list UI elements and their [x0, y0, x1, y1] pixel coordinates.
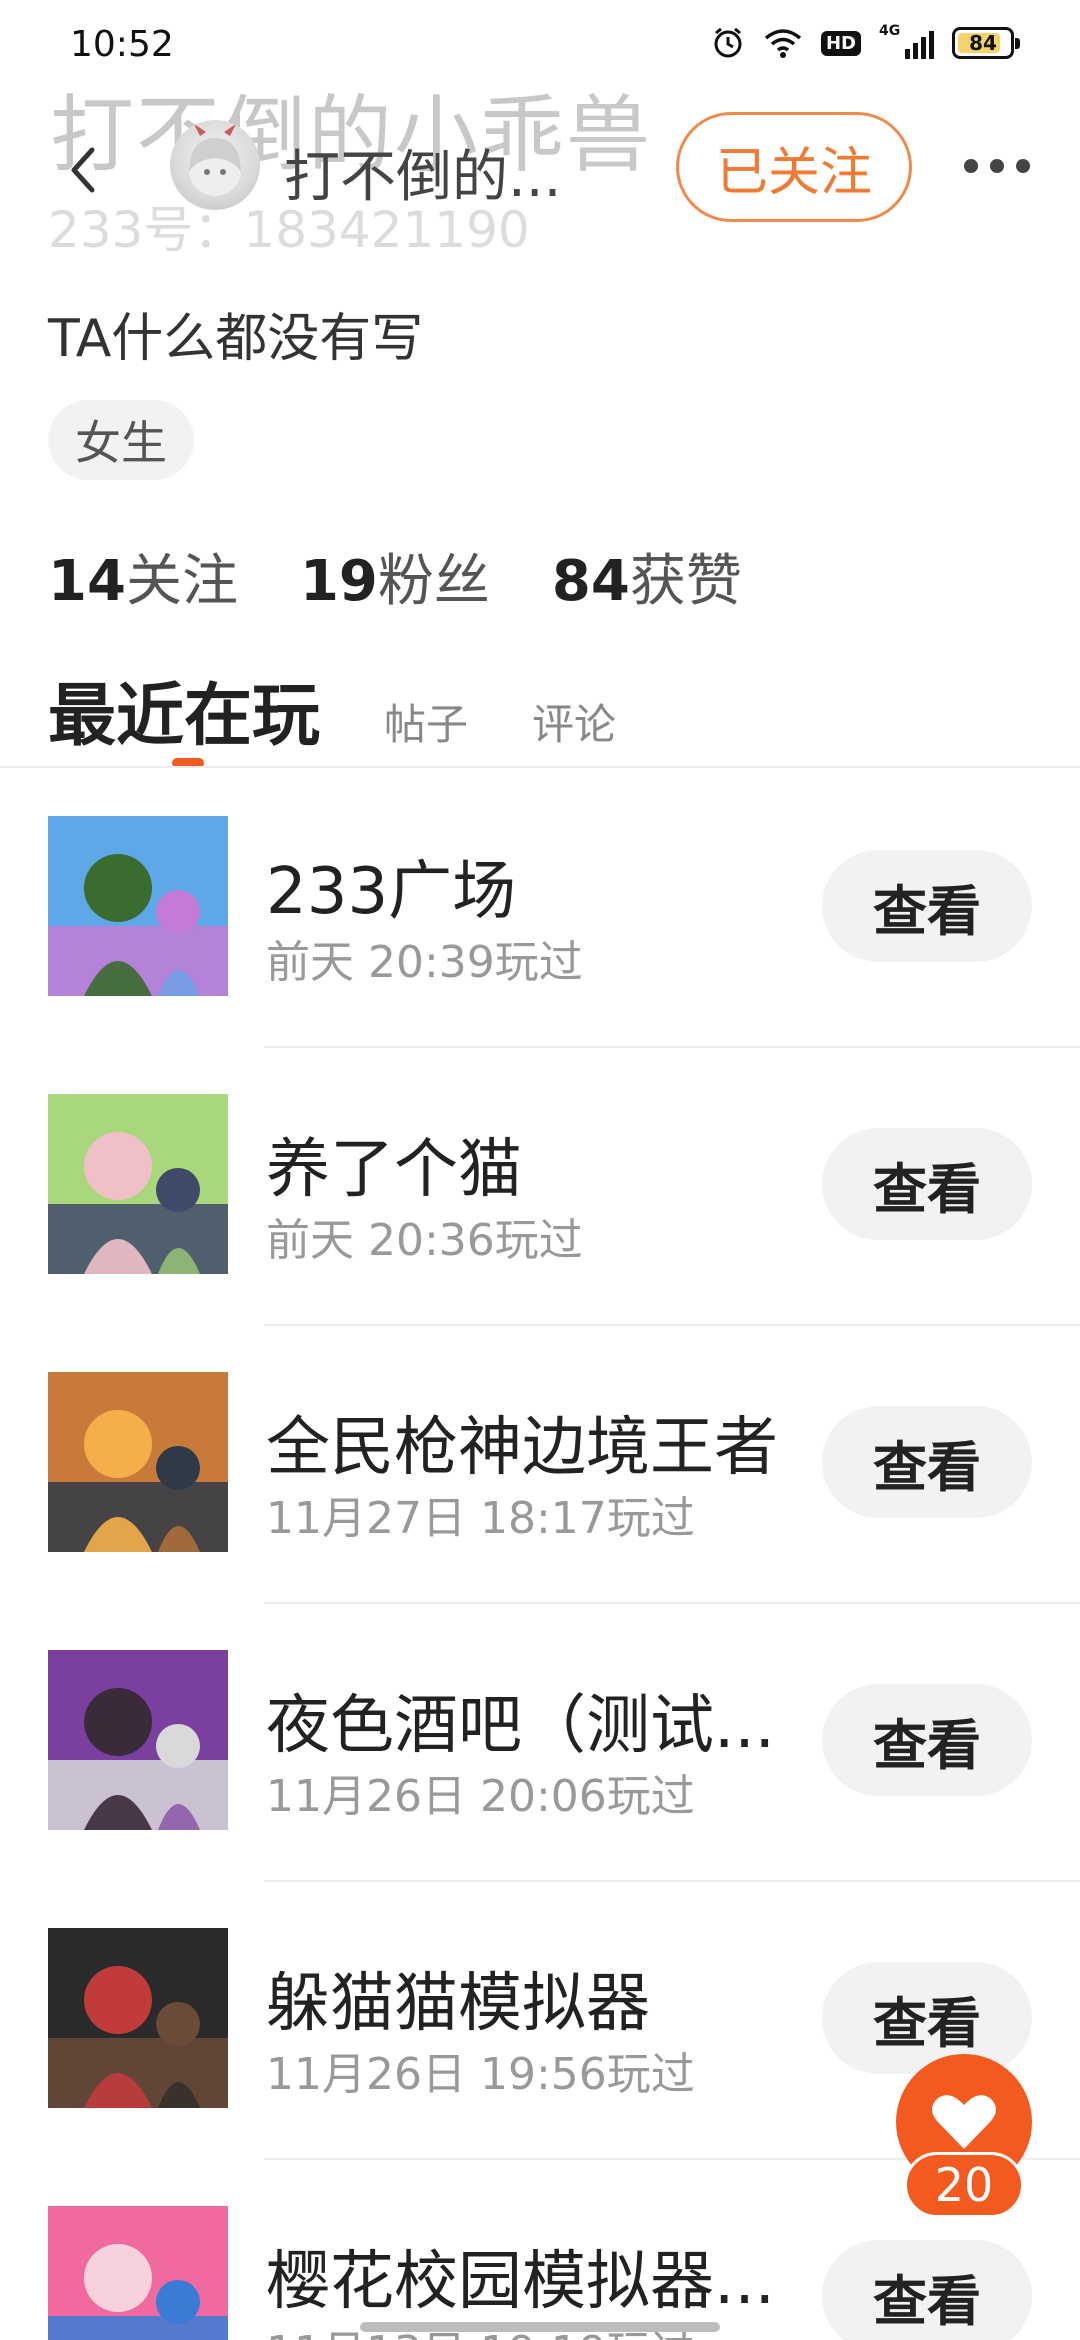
game-name: 夜色酒吧（测试...	[266, 1689, 776, 1763]
hd-badge: HD	[820, 30, 861, 56]
game-last-played: 11月26日 20:06玩过	[266, 1771, 695, 1822]
header-username: 打不倒的...	[284, 145, 562, 210]
game-name: 全民枪神边境王者	[266, 1411, 778, 1485]
profile-bio: TA什么都没有写	[48, 309, 424, 369]
tab-posts[interactable]: 帖子	[384, 691, 468, 752]
more-options-button[interactable]	[964, 156, 1030, 176]
stat-label: 获赞	[629, 549, 742, 614]
view-button[interactable]: 查看	[822, 1962, 1032, 2074]
game-thumbnail[interactable]	[48, 1928, 228, 2108]
battery-level: 84	[969, 31, 997, 55]
view-button[interactable]: 查看	[822, 1128, 1032, 1240]
game-name: 樱花校园模拟器...	[266, 2245, 776, 2319]
view-button[interactable]: 查看	[822, 850, 1032, 962]
avatar-image	[189, 124, 241, 196]
avatar[interactable]	[170, 120, 260, 210]
game-name: 养了个猫	[266, 1133, 522, 1207]
game-last-played: 11月27日 18:17玩过	[266, 1493, 695, 1544]
like-count: 20	[904, 2152, 1024, 2218]
tab-recently-played[interactable]: 最近在玩	[48, 660, 320, 759]
game-name: 躲猫猫模拟器	[266, 1967, 650, 2041]
heart-icon	[932, 2095, 996, 2149]
game-last-played: 前天 20:39玩过	[266, 937, 583, 988]
home-indicator[interactable]	[360, 2322, 720, 2332]
game-last-played: 前天 20:36玩过	[266, 1215, 583, 1266]
stat-following[interactable]: 14 关注	[48, 536, 238, 617]
alarm-icon	[714, 27, 742, 58]
game-thumbnail[interactable]	[48, 1650, 228, 1830]
stat-label: 关注	[125, 549, 238, 614]
game-name: 233广场	[266, 855, 517, 929]
profile-page: 10:52 HD 4G 84 打不倒的小乖兽 233号：183421190 打不…	[0, 0, 1080, 2340]
stat-followers[interactable]: 19 粉丝	[300, 536, 490, 617]
stat-likes[interactable]: 84 获赞	[552, 536, 742, 617]
game-row[interactable]: 233广场 前天 20:39玩过 查看	[0, 770, 1080, 1048]
status-time: 10:52	[70, 24, 174, 65]
profile-tabs: 最近在玩 帖子 评论	[48, 660, 616, 759]
network-label: 4G	[879, 23, 901, 39]
stat-number: 14	[48, 549, 126, 614]
view-button[interactable]: 查看	[822, 1406, 1032, 1518]
stat-label: 粉丝	[377, 549, 490, 614]
game-thumbnail[interactable]	[48, 816, 228, 996]
game-thumbnail[interactable]	[48, 2206, 228, 2340]
game-last-played: 11月26日 19:56玩过	[266, 2049, 695, 2100]
game-row[interactable]: 夜色酒吧（测试... 11月26日 20:06玩过 查看	[0, 1604, 1080, 1882]
game-row[interactable]: 全民枪神边境王者 11月27日 18:17玩过 查看	[0, 1326, 1080, 1604]
divider	[0, 766, 1080, 768]
gender-tag: 女生	[48, 400, 194, 480]
wifi-icon	[764, 29, 802, 58]
battery-icon: 84	[952, 27, 1020, 59]
back-button[interactable]	[58, 140, 108, 200]
game-row[interactable]: 养了个猫 前天 20:36玩过 查看	[0, 1048, 1080, 1326]
tab-comments[interactable]: 评论	[532, 691, 616, 752]
stat-number: 84	[551, 549, 630, 614]
more-dot-icon	[990, 159, 1004, 173]
view-button[interactable]: 查看	[822, 2240, 1032, 2340]
status-icons: HD 4G 84	[711, 23, 1020, 60]
more-dot-icon	[964, 159, 978, 173]
game-thumbnail[interactable]	[48, 1372, 228, 1552]
more-dot-icon	[1016, 159, 1030, 173]
stat-number: 19	[299, 549, 378, 614]
cell-signal-icon: 4G	[879, 23, 934, 59]
game-thumbnail[interactable]	[48, 1094, 228, 1274]
view-button[interactable]: 查看	[822, 1684, 1032, 1796]
profile-stats: 14 关注 19 粉丝 84 获赞	[48, 536, 742, 617]
following-button[interactable]: 已关注	[676, 112, 912, 222]
